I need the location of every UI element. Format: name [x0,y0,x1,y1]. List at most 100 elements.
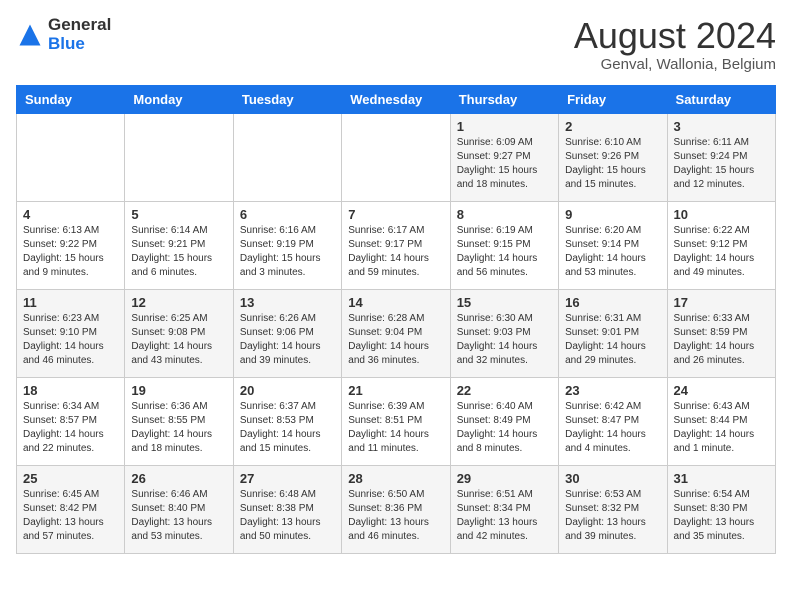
day-number: 21 [348,383,443,398]
calendar-cell: 22 Sunrise: 6:40 AM Sunset: 8:49 PM Dayli… [450,377,558,465]
logo-blue: Blue [48,35,111,54]
calendar-cell: 30Sunrise: 6:53 AM Sunset: 8:32 PM Dayli… [559,465,667,553]
day-info: Sunrise: 6:14 AM Sunset: 9:21 PM Dayligh… [131,224,226,280]
column-header-monday: Monday [125,85,233,113]
calendar-cell [17,113,125,201]
day-number: 27 [240,471,335,486]
day-number: 29 [457,471,552,486]
day-info: Sunrise: 6:25 AM Sunset: 9:08 PM Dayligh… [131,312,226,368]
day-number: 7 [348,207,443,222]
day-info: Sunrise: 6:39 AM Sunset: 8:51 PM Dayligh… [348,400,443,456]
day-info: Sunrise: 6:09 AM Sunset: 9:27 PM Dayligh… [457,136,552,192]
day-info: Sunrise: 6:48 AM Sunset: 8:38 PM Dayligh… [240,488,335,544]
calendar-cell: 19 Sunrise: 6:36 AM Sunset: 8:55 PM Dayli… [125,377,233,465]
calendar-cell: 14Sunrise: 6:28 AM Sunset: 9:04 PM Dayli… [342,289,450,377]
column-header-sunday: Sunday [17,85,125,113]
day-info: Sunrise: 6:26 AM Sunset: 9:06 PM Dayligh… [240,312,335,368]
calendar-cell: 6Sunrise: 6:16 AM Sunset: 9:19 PM Daylig… [233,201,341,289]
calendar-week-row: 1 Sunrise: 6:09 AM Sunset: 9:27 PM Daylig… [17,113,776,201]
calendar-cell: 11Sunrise: 6:23 AM Sunset: 9:10 PM Dayli… [17,289,125,377]
day-info: Sunrise: 6:37 AM Sunset: 8:53 PM Dayligh… [240,400,335,456]
calendar-cell: 17Sunrise: 6:33 AM Sunset: 8:59 PM Dayli… [667,289,775,377]
day-number: 20 [240,383,335,398]
calendar-cell: 24 Sunrise: 6:43 AM Sunset: 8:44 PM Dayli… [667,377,775,465]
calendar-cell: 3 Sunrise: 6:11 AM Sunset: 9:24 PM Daylig… [667,113,775,201]
calendar-cell: 21 Sunrise: 6:39 AM Sunset: 8:51 PM Dayli… [342,377,450,465]
calendar-cell: 9Sunrise: 6:20 AM Sunset: 9:14 PM Daylig… [559,201,667,289]
calendar-week-row: 4Sunrise: 6:13 AM Sunset: 9:22 PM Daylig… [17,201,776,289]
day-number: 13 [240,295,335,310]
day-number: 31 [674,471,769,486]
calendar-week-row: 11Sunrise: 6:23 AM Sunset: 9:10 PM Dayli… [17,289,776,377]
day-info: Sunrise: 6:13 AM Sunset: 9:22 PM Dayligh… [23,224,118,280]
calendar-header-row: SundayMondayTuesdayWednesdayThursdayFrid… [17,85,776,113]
column-header-saturday: Saturday [667,85,775,113]
day-info: Sunrise: 6:40 AM Sunset: 8:49 PM Dayligh… [457,400,552,456]
calendar-table: SundayMondayTuesdayWednesdayThursdayFrid… [16,85,776,554]
calendar-week-row: 18Sunrise: 6:34 AM Sunset: 8:57 PM Dayli… [17,377,776,465]
day-info: Sunrise: 6:36 AM Sunset: 8:55 PM Dayligh… [131,400,226,456]
title-block: August 2024 Genval, Wallonia, Belgium [574,16,776,73]
day-info: Sunrise: 6:31 AM Sunset: 9:01 PM Dayligh… [565,312,660,368]
logo-text: General Blue [48,16,111,53]
logo-general: General [48,16,111,35]
day-number: 12 [131,295,226,310]
day-info: Sunrise: 6:16 AM Sunset: 9:19 PM Dayligh… [240,224,335,280]
day-number: 23 [565,383,660,398]
day-number: 19 [131,383,226,398]
calendar-cell: 7 Sunrise: 6:17 AM Sunset: 9:17 PM Daylig… [342,201,450,289]
calendar-cell: 26Sunrise: 6:46 AM Sunset: 8:40 PM Dayli… [125,465,233,553]
day-info: Sunrise: 6:42 AM Sunset: 8:47 PM Dayligh… [565,400,660,456]
calendar-cell: 10 Sunrise: 6:22 AM Sunset: 9:12 PM Dayli… [667,201,775,289]
day-number: 22 [457,383,552,398]
day-number: 1 [457,119,552,134]
day-info: Sunrise: 6:50 AM Sunset: 8:36 PM Dayligh… [348,488,443,544]
calendar-cell: 20 Sunrise: 6:37 AM Sunset: 8:53 PM Dayli… [233,377,341,465]
day-number: 24 [674,383,769,398]
day-number: 15 [457,295,552,310]
day-number: 5 [131,207,226,222]
day-number: 30 [565,471,660,486]
day-number: 10 [674,207,769,222]
day-number: 28 [348,471,443,486]
day-info: Sunrise: 6:19 AM Sunset: 9:15 PM Dayligh… [457,224,552,280]
day-info: Sunrise: 6:10 AM Sunset: 9:26 PM Dayligh… [565,136,660,192]
calendar-cell [125,113,233,201]
day-number: 25 [23,471,118,486]
logo: General Blue [16,16,111,53]
day-info: Sunrise: 6:33 AM Sunset: 8:59 PM Dayligh… [674,312,769,368]
day-number: 18 [23,383,118,398]
day-info: Sunrise: 6:11 AM Sunset: 9:24 PM Dayligh… [674,136,769,192]
calendar-cell: 25 Sunrise: 6:45 AM Sunset: 8:42 PM Dayli… [17,465,125,553]
day-number: 3 [674,119,769,134]
column-header-wednesday: Wednesday [342,85,450,113]
day-info: Sunrise: 6:23 AM Sunset: 9:10 PM Dayligh… [23,312,118,368]
calendar-cell: 4Sunrise: 6:13 AM Sunset: 9:22 PM Daylig… [17,201,125,289]
day-number: 9 [565,207,660,222]
calendar-cell: 12 Sunrise: 6:25 AM Sunset: 9:08 PM Dayli… [125,289,233,377]
day-info: Sunrise: 6:22 AM Sunset: 9:12 PM Dayligh… [674,224,769,280]
day-info: Sunrise: 6:51 AM Sunset: 8:34 PM Dayligh… [457,488,552,544]
calendar-cell [233,113,341,201]
day-info: Sunrise: 6:43 AM Sunset: 8:44 PM Dayligh… [674,400,769,456]
calendar-cell: 2 Sunrise: 6:10 AM Sunset: 9:26 PM Daylig… [559,113,667,201]
calendar-week-row: 25 Sunrise: 6:45 AM Sunset: 8:42 PM Dayli… [17,465,776,553]
month-year-title: August 2024 [574,16,776,56]
day-info: Sunrise: 6:17 AM Sunset: 9:17 PM Dayligh… [348,224,443,280]
column-header-friday: Friday [559,85,667,113]
day-number: 2 [565,119,660,134]
calendar-cell [342,113,450,201]
calendar-cell: 29 Sunrise: 6:51 AM Sunset: 8:34 PM Dayli… [450,465,558,553]
day-info: Sunrise: 6:30 AM Sunset: 9:03 PM Dayligh… [457,312,552,368]
calendar-cell: 13 Sunrise: 6:26 AM Sunset: 9:06 PM Dayli… [233,289,341,377]
location-subtitle: Genval, Wallonia, Belgium [574,56,776,73]
calendar-cell: 5 Sunrise: 6:14 AM Sunset: 9:21 PM Daylig… [125,201,233,289]
day-info: Sunrise: 6:45 AM Sunset: 8:42 PM Dayligh… [23,488,118,544]
calendar-cell: 18Sunrise: 6:34 AM Sunset: 8:57 PM Dayli… [17,377,125,465]
day-number: 14 [348,295,443,310]
day-info: Sunrise: 6:46 AM Sunset: 8:40 PM Dayligh… [131,488,226,544]
calendar-cell: 16 Sunrise: 6:31 AM Sunset: 9:01 PM Dayli… [559,289,667,377]
day-number: 8 [457,207,552,222]
calendar-cell: 23 Sunrise: 6:42 AM Sunset: 8:47 PM Dayli… [559,377,667,465]
day-number: 16 [565,295,660,310]
